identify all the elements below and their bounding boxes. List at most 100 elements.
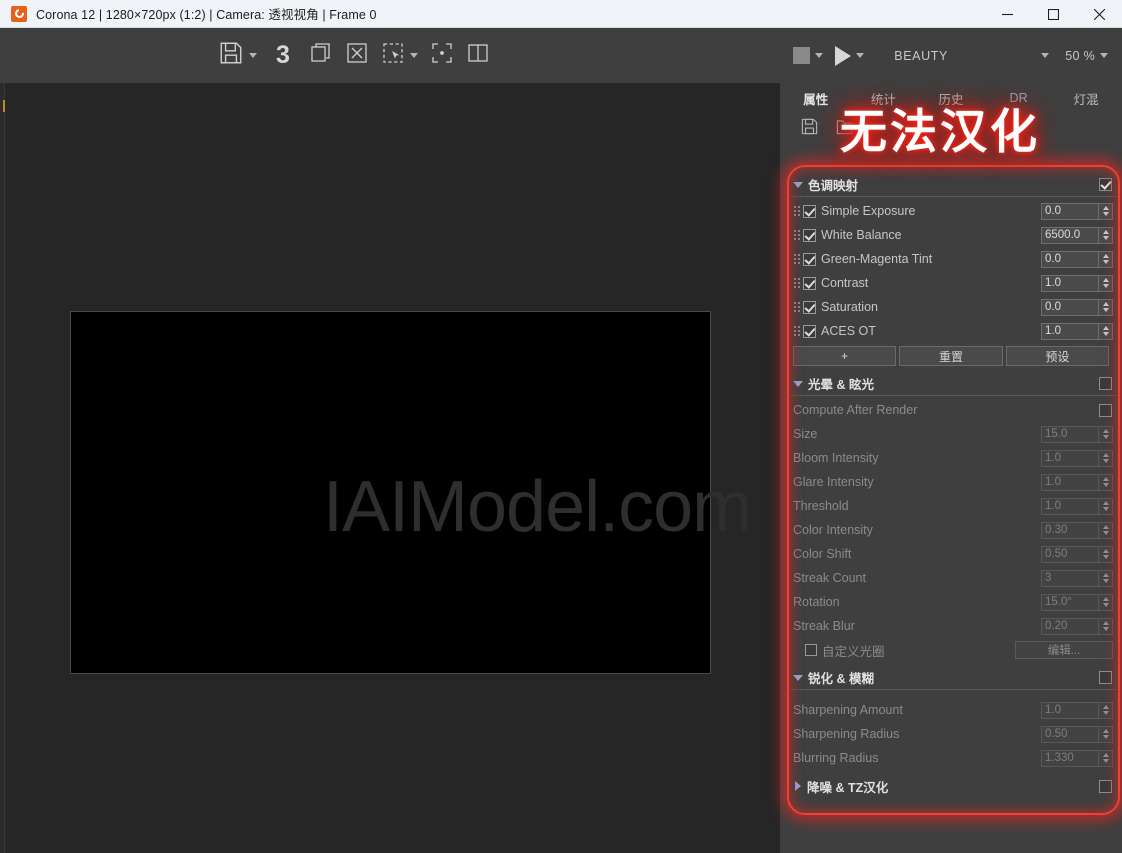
- rollout-header-tone-mapping[interactable]: 色调映射: [790, 173, 1117, 197]
- spinner-arrows[interactable]: [1099, 474, 1113, 491]
- rollout-enable-checkbox[interactable]: [1099, 780, 1112, 793]
- param-row-color-shift[interactable]: Color Shift 0.50: [790, 542, 1117, 566]
- checkbox[interactable]: [803, 277, 816, 290]
- param-row-custom-aperture[interactable]: 自定义光圈 编辑...: [790, 638, 1117, 662]
- zoom-level-select[interactable]: 50 %: [1065, 49, 1108, 63]
- param-row-white-balance[interactable]: White Balance 6500.0: [790, 223, 1117, 247]
- render-viewport[interactable]: IAIModel.com: [5, 83, 780, 853]
- maximize-icon[interactable]: [1030, 0, 1076, 28]
- spinner-arrows[interactable]: [1099, 702, 1113, 719]
- presets-button[interactable]: 预设: [1006, 346, 1109, 366]
- rollout-header-bloom-glare[interactable]: 光晕 & 眩光: [790, 372, 1117, 396]
- spinner-value[interactable]: 0.30: [1041, 522, 1099, 539]
- save-button[interactable]: [212, 36, 263, 76]
- spinner[interactable]: 0.0: [1041, 203, 1113, 220]
- spinner[interactable]: 1.330: [1041, 750, 1113, 767]
- param-row-bloom-intensity[interactable]: Bloom Intensity 1.0: [790, 446, 1117, 470]
- stop-render-button[interactable]: [787, 36, 829, 76]
- drag-handle-icon[interactable]: [793, 277, 800, 289]
- spinner[interactable]: 6500.0: [1041, 227, 1113, 244]
- pick-pixel-button[interactable]: [424, 36, 460, 76]
- spinner[interactable]: 0.20: [1041, 618, 1113, 635]
- reset-button[interactable]: 重置: [899, 346, 1002, 366]
- spinner[interactable]: 0.30: [1041, 522, 1113, 539]
- param-row-color-intensity[interactable]: Color Intensity 0.30: [790, 518, 1117, 542]
- spinner-value[interactable]: 15.0°: [1041, 594, 1099, 611]
- spinner-value[interactable]: 1.0: [1041, 702, 1099, 719]
- spinner-arrows[interactable]: [1099, 594, 1113, 611]
- param-row-simple-exposure[interactable]: Simple Exposure 0.0: [790, 199, 1117, 223]
- rendered-image[interactable]: [70, 311, 711, 674]
- start-render-button[interactable]: [829, 36, 870, 76]
- spinner[interactable]: 0.0: [1041, 299, 1113, 316]
- spinner-arrows[interactable]: [1099, 227, 1113, 244]
- spinner-value[interactable]: 0.50: [1041, 726, 1099, 743]
- edit-aperture-button[interactable]: 编辑...: [1015, 641, 1113, 659]
- spinner-value[interactable]: 0.0: [1041, 203, 1099, 220]
- spinner-arrows[interactable]: [1099, 299, 1113, 316]
- rollout-enable-checkbox[interactable]: [1099, 178, 1112, 191]
- spinner-value[interactable]: 15.0: [1041, 426, 1099, 443]
- drag-handle-icon[interactable]: [793, 205, 800, 217]
- spinner-arrows[interactable]: [1099, 426, 1113, 443]
- spinner[interactable]: 1.0: [1041, 474, 1113, 491]
- spinner[interactable]: 0.50: [1041, 726, 1113, 743]
- param-row-sharpening-radius[interactable]: Sharpening Radius 0.50: [790, 722, 1117, 746]
- spinner-value[interactable]: 0.20: [1041, 618, 1099, 635]
- spinner-arrows[interactable]: [1099, 203, 1113, 220]
- param-row-size[interactable]: Size 15.0: [790, 422, 1117, 446]
- spinner-value[interactable]: 1.0: [1041, 474, 1099, 491]
- spinner-value[interactable]: 3: [1041, 570, 1099, 587]
- save-config-icon[interactable]: [800, 117, 819, 141]
- checkbox[interactable]: [1099, 404, 1112, 417]
- checkbox[interactable]: [803, 229, 816, 242]
- param-row-green-magenta-tint[interactable]: Green-Magenta Tint 0.0: [790, 247, 1117, 271]
- close-icon[interactable]: [1076, 0, 1122, 28]
- rollout-header-sharpening-blurring[interactable]: 锐化 & 模糊: [790, 666, 1117, 690]
- spinner-arrows[interactable]: [1099, 618, 1113, 635]
- param-row-streak-count[interactable]: Streak Count 3: [790, 566, 1117, 590]
- drag-handle-icon[interactable]: [793, 253, 800, 265]
- param-row-rotation[interactable]: Rotation 15.0°: [790, 590, 1117, 614]
- param-row-contrast[interactable]: Contrast 1.0: [790, 271, 1117, 295]
- spinner-arrows[interactable]: [1099, 251, 1113, 268]
- param-row-compute-after-render[interactable]: Compute After Render: [790, 398, 1117, 422]
- drag-handle-icon[interactable]: [793, 301, 800, 313]
- spinner-arrows[interactable]: [1099, 450, 1113, 467]
- spinner[interactable]: 0.50: [1041, 546, 1113, 563]
- spinner-value[interactable]: 6500.0: [1041, 227, 1099, 244]
- checkbox[interactable]: [803, 325, 816, 338]
- spinner-value[interactable]: 1.0: [1041, 450, 1099, 467]
- spinner[interactable]: 1.0: [1041, 323, 1113, 340]
- checkbox[interactable]: [805, 644, 817, 656]
- split-view-button[interactable]: [460, 36, 496, 76]
- spinner[interactable]: 1.0: [1041, 702, 1113, 719]
- spinner[interactable]: 1.0: [1041, 498, 1113, 515]
- param-row-aces-ot[interactable]: ACES OT 1.0: [790, 319, 1117, 343]
- param-row-blurring-radius[interactable]: Blurring Radius 1.330: [790, 746, 1117, 770]
- checkbox[interactable]: [803, 301, 816, 314]
- spinner-arrows[interactable]: [1099, 750, 1113, 767]
- spinner-value[interactable]: 1.0: [1041, 323, 1099, 340]
- rollout-enable-checkbox[interactable]: [1099, 377, 1112, 390]
- spinner-value[interactable]: 0.50: [1041, 546, 1099, 563]
- copy-button[interactable]: [303, 36, 339, 76]
- spinner-value[interactable]: 1.0: [1041, 275, 1099, 292]
- spinner-arrows[interactable]: [1099, 546, 1113, 563]
- spinner-value[interactable]: 0.0: [1041, 299, 1099, 316]
- rollout-header-denoising[interactable]: 降噪 & TZ汉化: [790, 774, 1117, 798]
- spinner-arrows[interactable]: [1099, 498, 1113, 515]
- spinner[interactable]: 3: [1041, 570, 1113, 587]
- spinner[interactable]: 1.0: [1041, 450, 1113, 467]
- param-row-saturation[interactable]: Saturation 0.0: [790, 295, 1117, 319]
- minimize-icon[interactable]: [984, 0, 1030, 28]
- spinner[interactable]: 0.0: [1041, 251, 1113, 268]
- spinner-arrows[interactable]: [1099, 570, 1113, 587]
- drag-handle-icon[interactable]: [793, 229, 800, 241]
- spinner[interactable]: 15.0°: [1041, 594, 1113, 611]
- spinner-arrows[interactable]: [1099, 323, 1113, 340]
- param-row-glare-intensity[interactable]: Glare Intensity 1.0: [790, 470, 1117, 494]
- spinner[interactable]: 15.0: [1041, 426, 1113, 443]
- spinner-value[interactable]: 0.0: [1041, 251, 1099, 268]
- spinner-arrows[interactable]: [1099, 275, 1113, 292]
